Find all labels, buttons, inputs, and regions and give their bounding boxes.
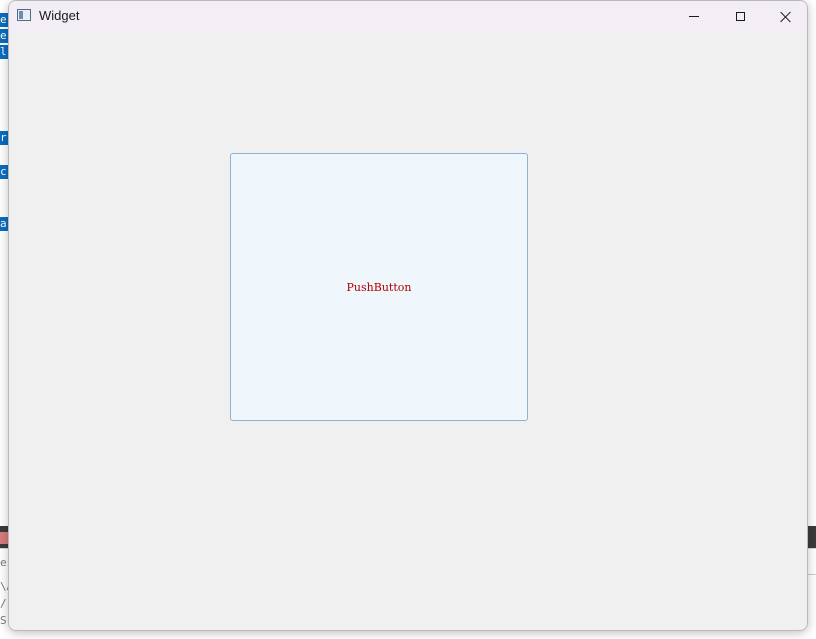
minimize-button[interactable] xyxy=(671,1,717,32)
background-panel-divider xyxy=(808,548,816,575)
background-selection-fragment: l xyxy=(0,45,8,59)
close-icon xyxy=(780,11,792,23)
push-button-label: PushButton xyxy=(346,280,412,294)
maximize-button[interactable] xyxy=(717,1,763,32)
window-client-area: PushButton xyxy=(9,32,807,630)
background-text-fragment: es xyxy=(0,556,8,569)
background-selection-fragment: c xyxy=(0,165,8,179)
app-window-icon[interactable] xyxy=(17,9,31,21)
widget-window: Widget PushButton xyxy=(8,0,808,631)
close-button[interactable] xyxy=(763,1,807,32)
maximize-icon xyxy=(735,12,745,21)
minimize-icon xyxy=(689,16,699,17)
background-selection-fragment: r xyxy=(0,131,8,145)
background-selection-fragment: e xyxy=(0,13,8,27)
title-bar[interactable]: Widget xyxy=(9,1,807,32)
background-selection-fragment: e xyxy=(0,29,8,43)
background-text-fragment: \A xyxy=(0,580,8,593)
background-text-fragment: / xyxy=(0,597,7,610)
push-button[interactable]: PushButton xyxy=(230,153,528,421)
window-title: Widget xyxy=(39,8,80,23)
background-selection-fragment: a xyxy=(0,217,8,231)
background-text-fragment: S xyxy=(0,614,7,627)
background-error-marker xyxy=(0,532,8,544)
